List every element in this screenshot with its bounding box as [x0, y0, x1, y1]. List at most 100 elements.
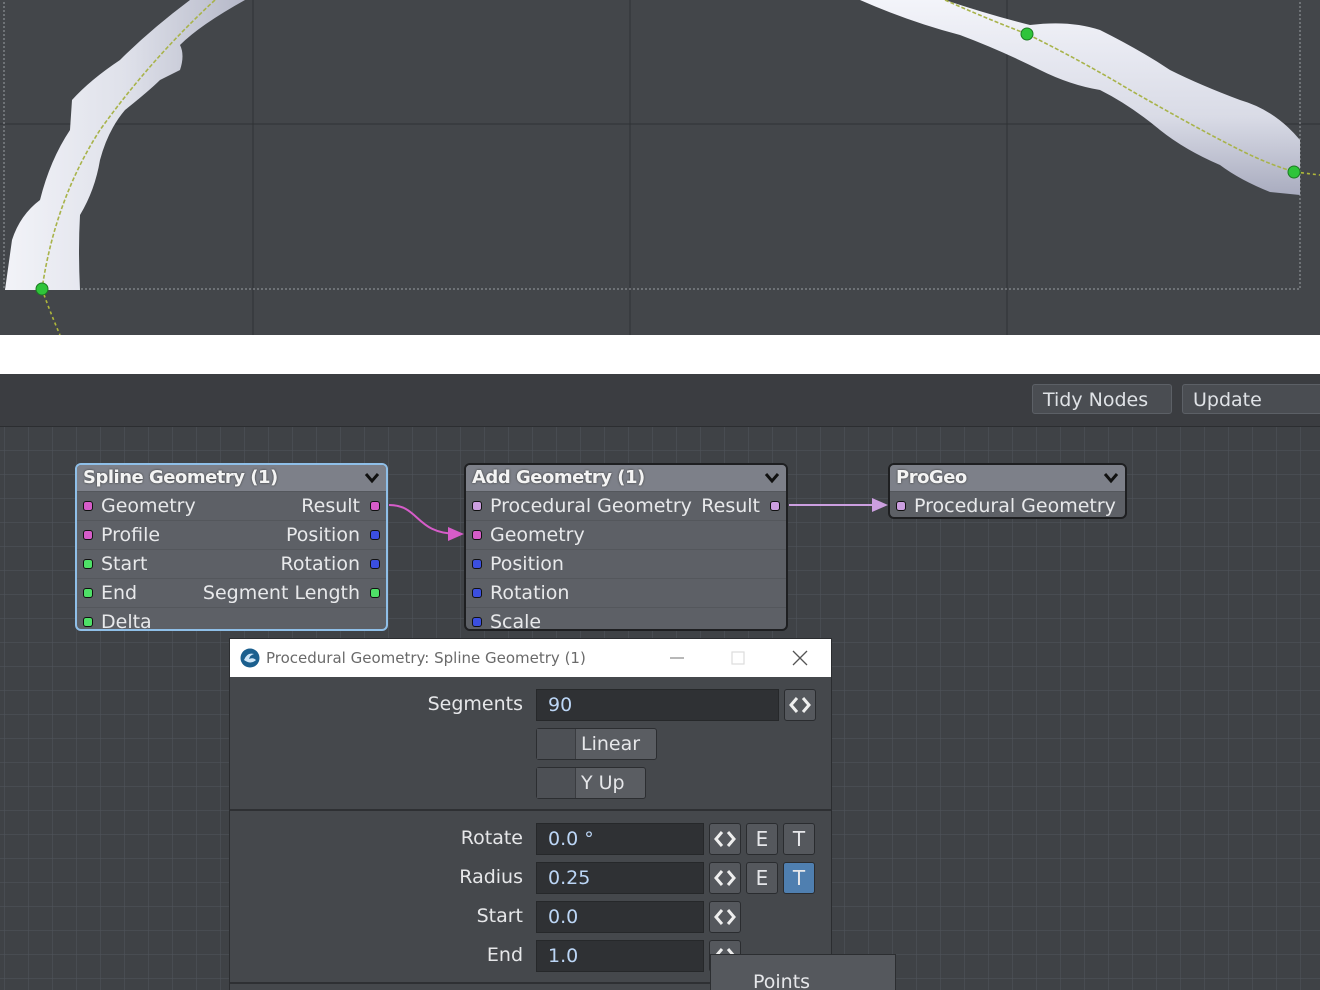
rotate-field[interactable]: 0.0 ° — [536, 823, 704, 855]
radius-envelope-button[interactable]: E — [746, 862, 778, 894]
spline-curve-extension — [41, 288, 61, 335]
port-label: Position — [490, 553, 564, 575]
input-port[interactable] — [83, 501, 93, 511]
port-label: Segment Length — [202, 582, 360, 604]
port-label: Procedural Geometry — [914, 495, 1116, 517]
port-label: Delta — [101, 611, 152, 631]
start-field[interactable]: 0.0 — [536, 901, 704, 933]
procedural-geometry-window[interactable]: Procedural Geometry: Spline Geometry (1)… — [229, 638, 832, 990]
port-label: Scale — [490, 611, 542, 631]
radius-texture-button[interactable]: T — [783, 862, 815, 894]
spline-tube-right — [860, 0, 1300, 195]
node-port-row: Scale — [466, 607, 786, 631]
radius-stepper-button[interactable] — [709, 862, 741, 894]
rotate-label: Rotate — [460, 827, 523, 849]
arrow-icon — [872, 498, 888, 512]
node-port-row: Procedural Geometry — [890, 491, 1125, 517]
node-port-row: Delta — [77, 607, 386, 631]
arrows-left-right-icon — [789, 697, 811, 713]
input-port[interactable] — [472, 530, 482, 540]
minimize-icon[interactable] — [665, 647, 689, 669]
section-divider — [230, 809, 831, 811]
arrow-icon — [448, 527, 464, 541]
3d-viewport[interactable] — [0, 0, 1320, 335]
toggle-checkbox — [537, 729, 576, 759]
input-port[interactable] — [83, 530, 93, 540]
node-port-row: Profile Position — [77, 520, 386, 549]
node-port-row: Geometry — [466, 520, 786, 549]
end-label: End — [486, 944, 523, 966]
spline-control-point[interactable] — [1020, 27, 1034, 41]
start-label: Start — [476, 905, 523, 927]
port-label: End — [101, 582, 138, 604]
node-title: ProGeo — [896, 467, 967, 488]
node-port-row: Procedural Geometry Result — [466, 491, 786, 520]
port-label: Position — [286, 524, 360, 546]
chevron-down-icon[interactable] — [1101, 465, 1121, 491]
port-label: Start — [101, 553, 148, 575]
node-spline-geometry[interactable]: Spline Geometry (1) Geometry Result Profi… — [75, 463, 388, 631]
port-label: Procedural Geometry — [490, 495, 692, 517]
node-title: Spline Geometry (1) — [83, 467, 278, 488]
panel-separator — [0, 335, 1320, 375]
points-dropdown-menu[interactable]: Points — [710, 954, 896, 990]
viewport-canvas — [0, 0, 1320, 335]
radius-field[interactable]: 0.25 — [536, 862, 704, 894]
node-header[interactable]: Add Geometry (1) — [466, 465, 786, 491]
output-port[interactable] — [370, 588, 380, 598]
arrows-left-right-icon — [714, 909, 736, 925]
node-editor[interactable]: Tidy Nodes Update Spline Geometry (1) Ge… — [0, 374, 1320, 990]
port-label: Result — [701, 495, 760, 517]
port-label: Rotation — [280, 553, 360, 575]
spline-control-point[interactable] — [35, 282, 49, 296]
toggle-checkbox — [537, 768, 576, 798]
spline-control-point[interactable] — [1287, 165, 1301, 179]
output-port[interactable] — [370, 559, 380, 569]
node-port-row: Position — [466, 549, 786, 578]
chevron-down-icon[interactable] — [762, 465, 782, 491]
output-port[interactable] — [770, 501, 780, 511]
input-port[interactable] — [472, 559, 482, 569]
node-add-geometry[interactable]: Add Geometry (1) Procedural Geometry Resu… — [464, 463, 788, 631]
rotate-stepper-button[interactable] — [709, 823, 741, 855]
y-up-toggle[interactable]: Y Up — [536, 767, 646, 799]
spline-tube-left — [5, 0, 245, 290]
segments-field[interactable]: 90 — [536, 689, 779, 721]
node-progeo[interactable]: ProGeo Procedural Geometry — [888, 463, 1127, 519]
maximize-icon[interactable] — [726, 647, 750, 669]
rotate-envelope-button[interactable]: E — [746, 823, 778, 855]
window-title: Procedural Geometry: Spline Geometry (1) — [266, 649, 586, 667]
arrows-left-right-icon — [714, 870, 736, 886]
input-port[interactable] — [472, 501, 482, 511]
input-port[interactable] — [83, 617, 93, 627]
node-port-row: Rotation — [466, 578, 786, 607]
linear-toggle[interactable]: Linear — [536, 728, 657, 760]
rotate-texture-button[interactable]: T — [783, 823, 815, 855]
chevron-down-icon[interactable] — [362, 465, 382, 491]
input-port[interactable] — [896, 501, 906, 511]
close-icon[interactable] — [788, 647, 812, 669]
arrows-left-right-icon — [714, 831, 736, 847]
start-stepper-button[interactable] — [709, 901, 741, 933]
node-title: Add Geometry (1) — [472, 467, 645, 488]
segments-stepper-button[interactable] — [784, 689, 816, 721]
output-port[interactable] — [370, 501, 380, 511]
node-header[interactable]: ProGeo — [890, 465, 1125, 491]
end-field[interactable]: 1.0 — [536, 940, 704, 972]
toggle-label: Y Up — [581, 772, 625, 794]
node-header[interactable]: Spline Geometry (1) — [77, 465, 386, 491]
node-port-row: End Segment Length — [77, 578, 386, 607]
window-titlebar[interactable]: Procedural Geometry: Spline Geometry (1) — [230, 639, 831, 677]
port-label: Profile — [101, 524, 161, 546]
node-port-row: Start Rotation — [77, 549, 386, 578]
input-port[interactable] — [472, 588, 482, 598]
segments-label: Segments — [427, 693, 523, 715]
wire-result-to-geometry[interactable] — [388, 504, 459, 535]
port-label: Geometry — [101, 495, 196, 517]
input-port[interactable] — [472, 617, 482, 627]
input-port[interactable] — [83, 559, 93, 569]
app-logo-icon — [240, 648, 260, 668]
port-label: Result — [301, 495, 360, 517]
output-port[interactable] — [370, 530, 380, 540]
input-port[interactable] — [83, 588, 93, 598]
